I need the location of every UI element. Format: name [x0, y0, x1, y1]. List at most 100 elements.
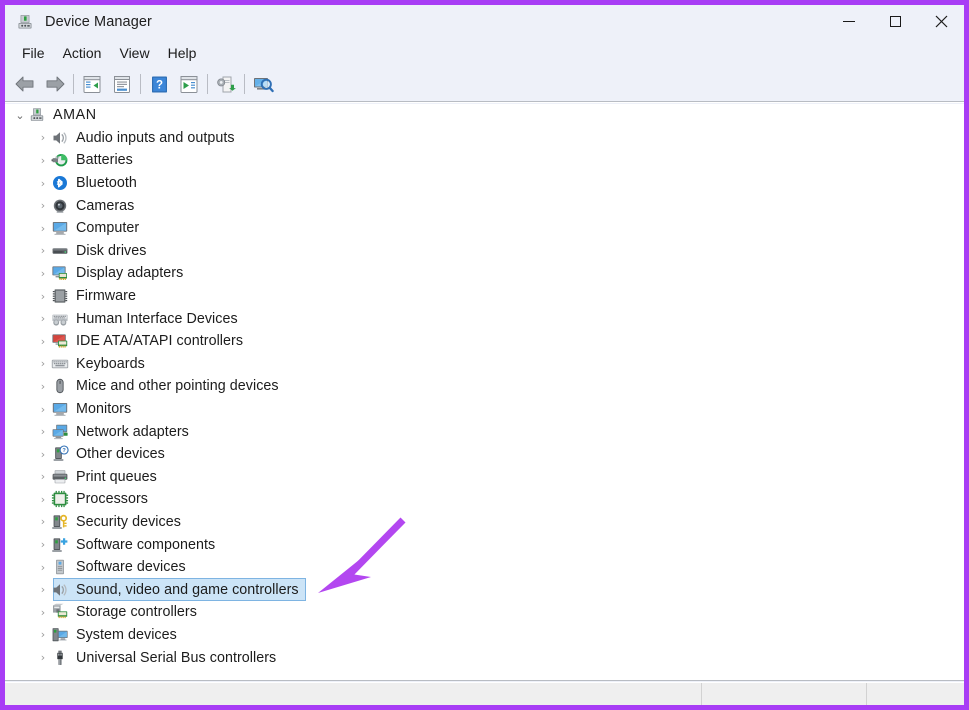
- chevron-right-icon[interactable]: ›: [35, 404, 51, 415]
- chevron-right-icon[interactable]: ›: [35, 607, 51, 618]
- update-driver-icon: [217, 76, 236, 92]
- help-question-icon: ?: [151, 76, 167, 92]
- system-device-icon: [51, 626, 69, 644]
- chevron-down-icon[interactable]: ⌄: [12, 110, 28, 121]
- tree-item-audio-inputs-and-outputs[interactable]: › Audio inputs and outputs: [5, 127, 964, 150]
- tree-item-display-adapters[interactable]: › Display adapters: [5, 262, 964, 285]
- computer-device-icon: [28, 106, 46, 124]
- chevron-right-icon[interactable]: ›: [35, 132, 51, 143]
- chevron-right-icon[interactable]: ›: [35, 652, 51, 663]
- disk-drive-icon: [51, 242, 69, 260]
- action-button[interactable]: [174, 71, 204, 97]
- tree-item-security-devices[interactable]: › Security devices: [5, 511, 964, 534]
- chevron-right-icon[interactable]: ›: [35, 539, 51, 550]
- chevron-right-icon[interactable]: ›: [35, 245, 51, 256]
- tree-item-label: Audio inputs and outputs: [76, 129, 235, 146]
- camera-icon: [51, 197, 69, 215]
- chevron-right-icon[interactable]: ›: [35, 381, 51, 392]
- console-tree-icon: [83, 75, 101, 93]
- tree-item-label: Display adapters: [76, 265, 184, 282]
- properties-button[interactable]: [107, 71, 137, 97]
- tree-root-aman[interactable]: ⌄ AMAN: [5, 104, 964, 127]
- chevron-right-icon[interactable]: ›: [35, 449, 51, 460]
- menu-help[interactable]: Help: [159, 42, 206, 64]
- tree-item-label: Disk drives: [76, 242, 147, 259]
- tree-item-storage-controllers[interactable]: › Storage controllers: [5, 601, 964, 624]
- tree-item-system-devices[interactable]: › System devices: [5, 624, 964, 647]
- chevron-right-icon[interactable]: ›: [35, 471, 51, 482]
- chevron-right-icon[interactable]: ›: [35, 584, 51, 595]
- toolbar-separator-1: [73, 74, 74, 94]
- tree-item-label: Firmware: [76, 288, 136, 305]
- tree-item-label: Human Interface Devices: [76, 310, 238, 327]
- tree-item-network-adapters[interactable]: › Network adapters: [5, 420, 964, 443]
- menu-view[interactable]: View: [110, 42, 158, 64]
- tree-item-print-queues[interactable]: › Print queues: [5, 466, 964, 489]
- menu-bar: File Action View Help: [5, 38, 964, 67]
- svg-text:?: ?: [62, 448, 66, 454]
- chevron-right-icon[interactable]: ›: [35, 516, 51, 527]
- tree-item-keyboards[interactable]: › Keyboards: [5, 353, 964, 376]
- tree-item-computer[interactable]: › Computer: [5, 217, 964, 240]
- tree-item-label: Monitors: [76, 401, 132, 418]
- chevron-right-icon[interactable]: ›: [35, 494, 51, 505]
- chevron-right-icon[interactable]: ›: [35, 223, 51, 234]
- maximize-button[interactable]: [872, 5, 918, 38]
- tree-item-universal-serial-bus-controllers[interactable]: › Universal Serial Bus controllers: [5, 646, 964, 669]
- close-button[interactable]: [918, 5, 964, 38]
- chevron-right-icon[interactable]: ›: [35, 268, 51, 279]
- tree-item-mice-and-other-pointing-devices[interactable]: › Mice and other pointing devices: [5, 375, 964, 398]
- toolbar-separator-line: [5, 101, 964, 103]
- device-manager-window: Device Manager File Action View Help ? ⌄…: [0, 0, 969, 710]
- device-tree: ⌄ AMAN › Audio inputs and outputs › Batteri…: [5, 104, 964, 680]
- chevron-right-icon[interactable]: ›: [35, 178, 51, 189]
- status-cell-3: [867, 683, 964, 705]
- tree-item-software-components[interactable]: › Software components: [5, 533, 964, 556]
- tree-item-label: Keyboards: [76, 355, 145, 372]
- help-button[interactable]: ?: [144, 71, 174, 97]
- menu-file[interactable]: File: [13, 42, 54, 64]
- tree-item-batteries[interactable]: › Batteries: [5, 149, 964, 172]
- scan-hardware-changes-button[interactable]: [248, 71, 278, 97]
- close-icon: [935, 15, 947, 28]
- chevron-right-icon[interactable]: ›: [35, 358, 51, 369]
- monitor-icon: [51, 400, 69, 418]
- tree-children: › Audio inputs and outputs › Batteries › Blue…: [5, 127, 964, 669]
- chevron-right-icon[interactable]: ›: [35, 313, 51, 324]
- tree-item-bluetooth[interactable]: › Bluetooth: [5, 172, 964, 195]
- tree-item-software-devices[interactable]: › Software devices: [5, 556, 964, 579]
- chevron-right-icon[interactable]: ›: [35, 562, 51, 573]
- menu-action[interactable]: Action: [54, 42, 111, 64]
- tree-item-cameras[interactable]: › Cameras: [5, 194, 964, 217]
- chevron-right-icon[interactable]: ›: [35, 426, 51, 437]
- chevron-right-icon[interactable]: ›: [35, 336, 51, 347]
- tree-item-label: System devices: [76, 626, 177, 643]
- tree-item-firmware[interactable]: › Firmware: [5, 285, 964, 308]
- maximize-icon: [889, 16, 901, 27]
- tree-item-other-devices[interactable]: ›? Other devices: [5, 443, 964, 466]
- chevron-right-icon[interactable]: ›: [35, 155, 51, 166]
- tree-item-processors[interactable]: › Processors: [5, 488, 964, 511]
- show-hide-console-tree-button[interactable]: [77, 71, 107, 97]
- tree-item-monitors[interactable]: › Monitors: [5, 398, 964, 421]
- tree-item-human-interface-devices[interactable]: › Human Interface Devices: [5, 307, 964, 330]
- tree-item-disk-drives[interactable]: › Disk drives: [5, 240, 964, 263]
- minimize-button[interactable]: [826, 5, 872, 38]
- speaker-icon: [51, 129, 69, 147]
- chevron-right-icon[interactable]: ›: [35, 629, 51, 640]
- tree-item-sound-video-and-game-controllers[interactable]: › Sound, video and game controllers: [5, 578, 964, 602]
- processor-icon: [51, 490, 69, 508]
- chevron-right-icon[interactable]: ›: [35, 291, 51, 302]
- forward-button[interactable]: [40, 71, 70, 97]
- other-device-icon: ?: [51, 445, 69, 463]
- chevron-right-icon[interactable]: ›: [35, 200, 51, 211]
- minimize-icon: [843, 21, 855, 22]
- tree-item-label: Security devices: [76, 513, 181, 530]
- tree-item-label: Print queues: [76, 468, 157, 485]
- monitor-icon: [51, 219, 69, 237]
- status-cell-1: [5, 683, 702, 705]
- update-driver-button[interactable]: [211, 71, 241, 97]
- back-button[interactable]: [10, 71, 40, 97]
- tree-item-ide-ata-atapi-controllers[interactable]: › IDE ATA/ATAPI controllers: [5, 330, 964, 353]
- toolbar: ?: [5, 67, 964, 101]
